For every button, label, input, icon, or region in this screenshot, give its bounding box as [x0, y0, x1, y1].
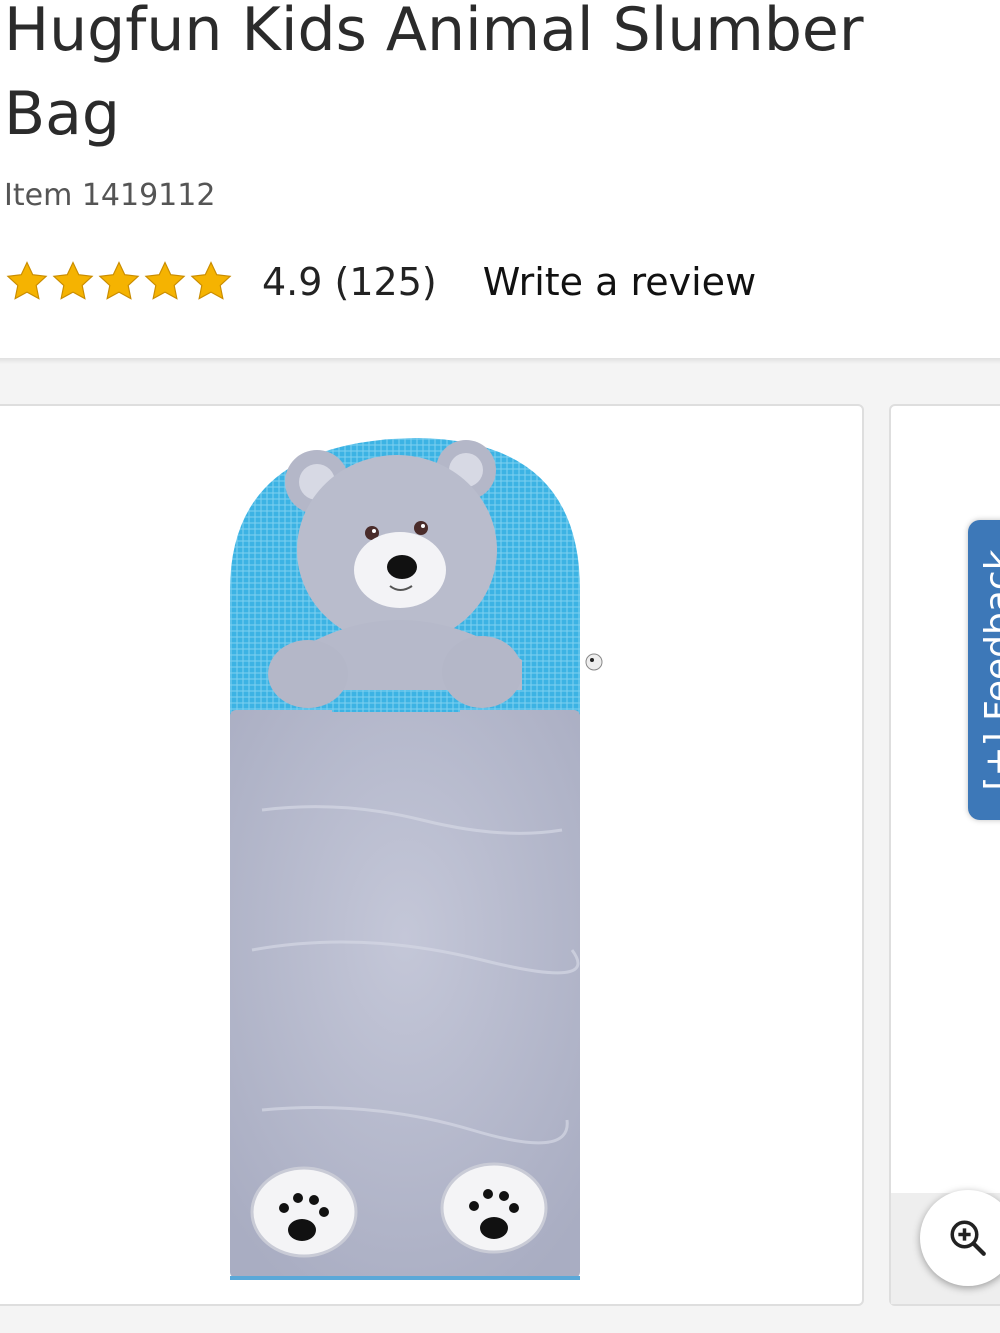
zoom-in-icon [950, 1220, 986, 1256]
star-icon [98, 261, 140, 300]
feedback-label: [+] Feedback [978, 549, 1000, 791]
star-rating[interactable] [4, 259, 234, 305]
star-icon [6, 261, 48, 300]
item-number: Item 1419112 [4, 178, 216, 213]
product-image[interactable] [222, 430, 612, 1290]
feedback-tab[interactable]: [+] Feedback [968, 520, 1000, 820]
star-icon [190, 261, 232, 300]
rating-row: 4.9 (125) Write a review [4, 252, 756, 312]
rating-summary[interactable]: 4.9 (125) [262, 260, 437, 304]
product-title: Hugfun Kids Animal Slumber Bag [4, 0, 864, 149]
write-review-link[interactable]: Write a review [483, 260, 756, 304]
star-icon [52, 261, 94, 300]
star-icon [144, 261, 186, 300]
